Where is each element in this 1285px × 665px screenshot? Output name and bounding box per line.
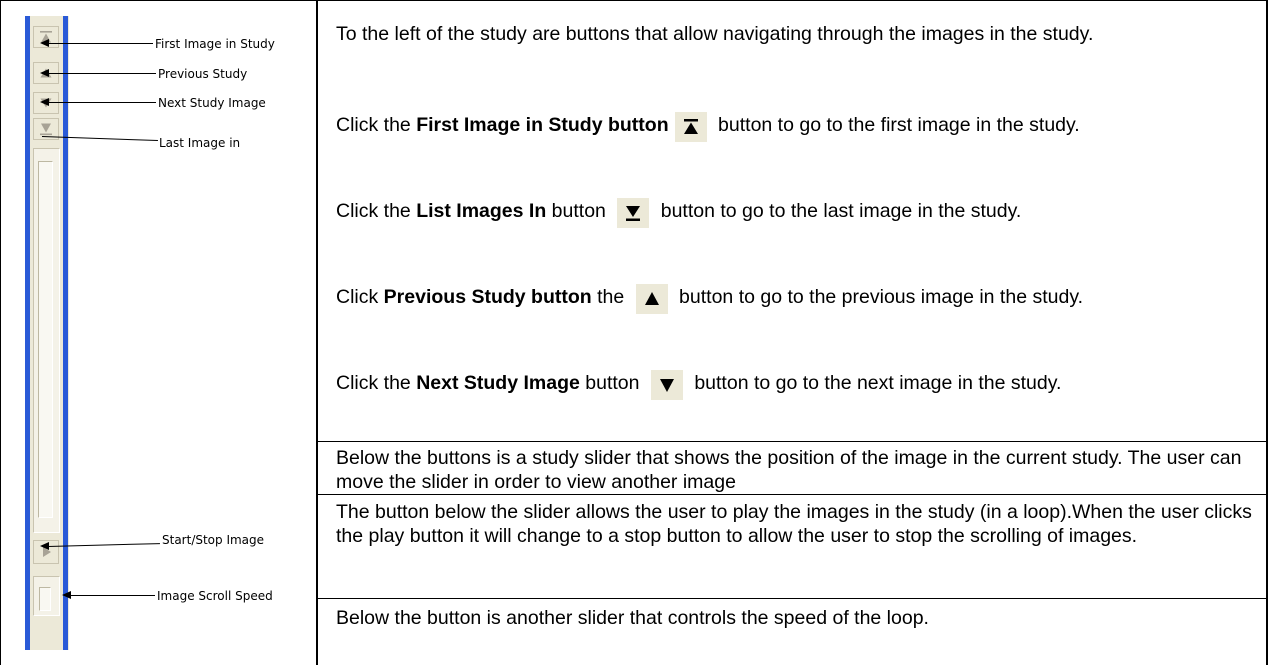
callout-next-study-image: Next Study Image [158, 96, 266, 110]
speed-slider-paragraph: Below the button is another slider that … [336, 607, 929, 629]
study-slider-track [38, 161, 53, 518]
scroll-speed-slider[interactable] [33, 576, 60, 616]
paragraph-text: the [591, 286, 630, 308]
paragraph-text: button to go to the previous image in th… [673, 286, 1084, 308]
play-button-paragraph: The button below the slider allows the u… [336, 501, 1252, 547]
callout-line [48, 73, 156, 74]
row-divider [316, 441, 1267, 442]
last-image-paragraph: Click the List Images In button button t… [336, 198, 1256, 228]
study-slider-paragraph: Below the buttons is a study slider that… [336, 447, 1242, 493]
intro-paragraph: To the left of the study are buttons tha… [336, 23, 1094, 45]
callout-start-stop: Start/Stop Image [162, 533, 265, 547]
row-divider [316, 598, 1267, 599]
last-image-icon [626, 206, 641, 221]
paragraph-text: button to go to the last image in the st… [655, 200, 1022, 222]
next-image-paragraph: Click the Next Study Image button button… [336, 370, 1256, 400]
row-divider [316, 494, 1267, 495]
next-image-inline-icon [650, 370, 683, 400]
paragraph-text: button [546, 200, 612, 222]
study-slider[interactable] [33, 148, 60, 533]
first-image-inline-icon [674, 112, 707, 142]
previous-study-button-name: Previous Study button [383, 286, 592, 308]
callout-last-image: Last Image in [159, 136, 241, 150]
callout-line [48, 102, 156, 103]
previous-image-icon [644, 292, 659, 305]
paragraph-text: button to go to the first image in the s… [712, 114, 1080, 136]
last-image-inline-icon [617, 198, 650, 228]
paragraph-text: button [579, 372, 645, 394]
last-image-icon [40, 123, 52, 136]
table-right-edge [1266, 0, 1268, 665]
first-image-icon [683, 119, 698, 134]
column-divider [316, 0, 318, 665]
paragraph-text: button to go to the next image in the st… [688, 372, 1062, 394]
paragraph-text: Click the [336, 372, 417, 394]
paragraph-text: Click [336, 286, 384, 308]
last-image-button-name: List Images In [416, 200, 547, 222]
scroll-speed-slider-track [39, 587, 51, 611]
toolbar-border-left [25, 16, 30, 650]
first-image-paragraph: Click the First Image in Study button bu… [336, 112, 1256, 142]
first-image-button-name: First Image in Study button [416, 114, 669, 136]
callout-scroll-speed: Image Scroll Speed [157, 589, 273, 603]
previous-image-paragraph: Click Previous Study button the button t… [336, 284, 1256, 314]
paragraph-text: Click the [336, 114, 417, 136]
callout-first-image: First Image in Study [155, 37, 275, 51]
callout-line [48, 43, 153, 44]
next-study-image-button-name: Next Study Image [416, 372, 580, 394]
paragraph-text: Click the [336, 200, 417, 222]
callout-previous-study: Previous Study [158, 67, 248, 81]
next-image-icon [659, 379, 674, 392]
toolbar-border-right [63, 16, 68, 650]
callout-line [70, 595, 155, 596]
previous-image-inline-icon [635, 284, 668, 314]
